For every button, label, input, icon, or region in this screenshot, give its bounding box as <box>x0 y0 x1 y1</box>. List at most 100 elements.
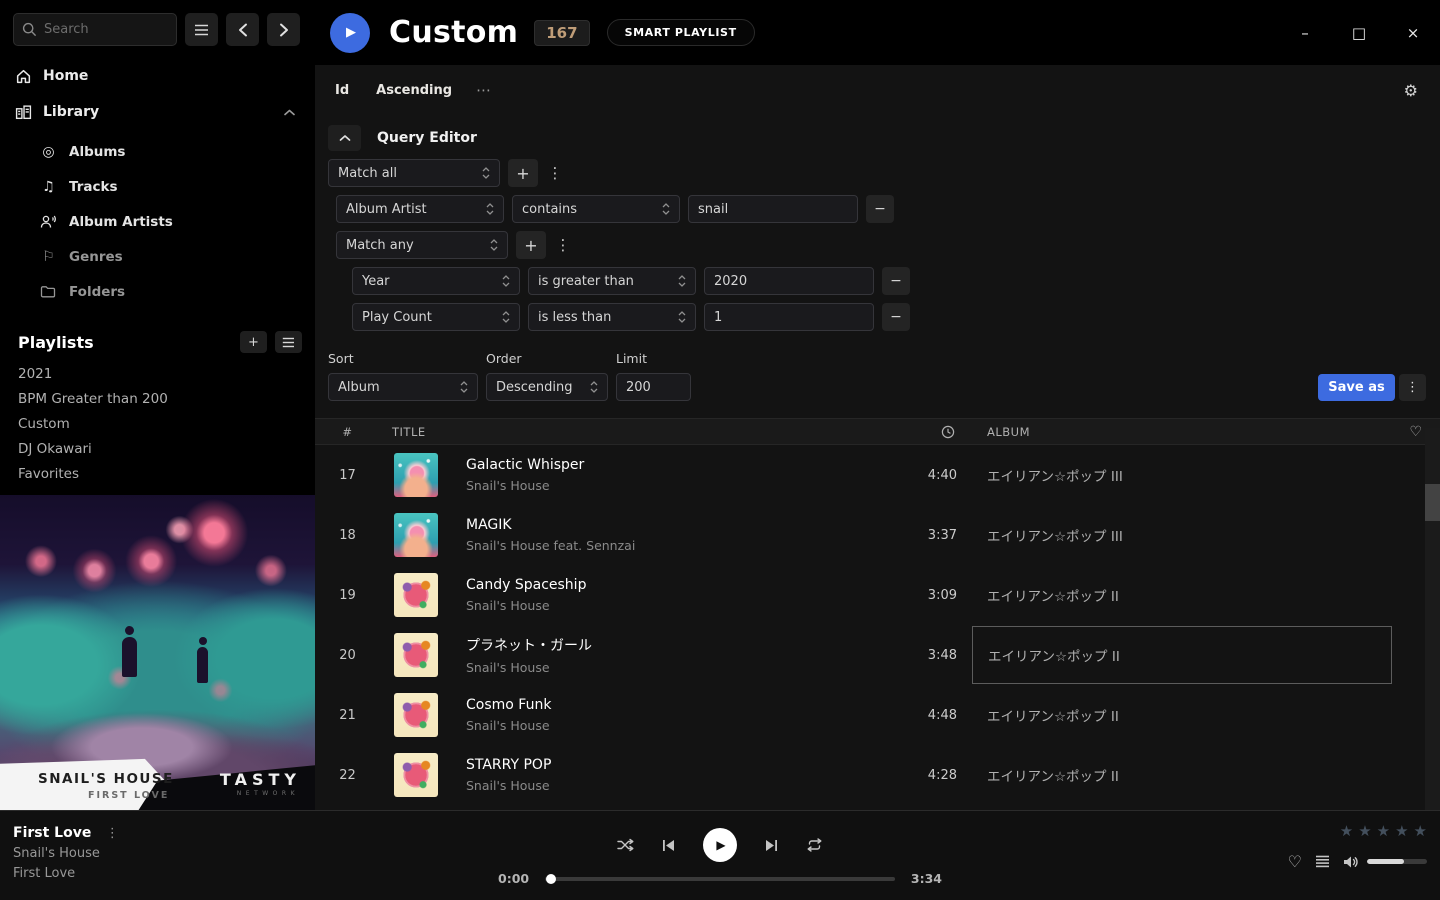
sidebar-item-folders[interactable]: Folders <box>0 274 315 309</box>
window-maximize-button[interactable]: □ <box>1344 18 1374 48</box>
rule-value-input[interactable] <box>704 303 874 331</box>
table-row[interactable]: 17 Galactic WhisperSnail's House 4:40 エイ… <box>315 445 1440 505</box>
song-menu-button[interactable]: ⋮ <box>103 826 121 841</box>
column-number[interactable]: # <box>342 425 352 439</box>
next-button[interactable] <box>765 839 778 852</box>
repeat-button[interactable] <box>806 838 823 852</box>
sidebar-item-home[interactable]: Home <box>0 62 315 90</box>
star-icon[interactable]: ★ <box>1377 822 1390 840</box>
artwork-figure <box>197 647 208 683</box>
sidebar-item-genres[interactable]: ⚐ Genres <box>0 239 315 274</box>
volume-slider[interactable] <box>1367 859 1427 864</box>
star-icon[interactable]: ★ <box>1340 822 1353 840</box>
operator-select[interactable]: is less than <box>528 303 696 331</box>
save-as-button[interactable]: Save as <box>1318 374 1395 401</box>
star-icon[interactable]: ★ <box>1414 822 1427 840</box>
heart-icon[interactable]: ♡ <box>1409 424 1422 440</box>
star-rating[interactable]: ★ ★ ★ ★ ★ <box>1340 822 1427 840</box>
window-controls: – □ × <box>1290 0 1428 65</box>
field-select[interactable]: Album Artist <box>336 195 504 223</box>
menu-button[interactable] <box>185 13 218 46</box>
sort-direction-button[interactable]: Ascending <box>376 83 452 98</box>
table-row[interactable]: 22 STARRY POPSnail's House 4:28 エイリアン☆ポッ… <box>315 745 1440 805</box>
match-select[interactable]: Match any <box>336 231 508 259</box>
table-row[interactable]: 19 Candy SpaceshipSnail's House 3:09 エイリ… <box>315 565 1440 625</box>
field-select[interactable]: Play Count <box>352 303 520 331</box>
save-as-menu-button[interactable]: ⋮ <box>1399 374 1426 401</box>
remove-rule-button[interactable]: − <box>866 195 894 223</box>
group-menu-button[interactable]: ⋮ <box>554 236 572 254</box>
shuffle-button[interactable] <box>617 838 634 852</box>
window-close-button[interactable]: × <box>1398 18 1428 48</box>
playlist-item[interactable]: Favorites <box>0 461 315 486</box>
chevron-up-icon <box>339 134 351 142</box>
add-rule-button[interactable]: + <box>516 231 546 259</box>
player-controls: ▶ 0:00 3:34 <box>480 811 960 900</box>
playlist-item[interactable]: 2021 <box>0 361 315 386</box>
star-icon[interactable]: ★ <box>1395 822 1408 840</box>
scrollbar[interactable] <box>1425 428 1440 810</box>
player-song-title[interactable]: First Love <box>13 825 91 841</box>
favorite-button[interactable]: ♡ <box>1288 852 1302 871</box>
column-album[interactable]: ALBUM <box>972 425 1392 439</box>
sidebar-item-library[interactable]: Library <box>0 98 315 126</box>
playlist-item[interactable]: Custom <box>0 411 315 436</box>
rule-value-input[interactable] <box>688 195 858 223</box>
remove-rule-button[interactable]: − <box>882 303 910 331</box>
playlist-view-button[interactable] <box>275 331 302 353</box>
play-pause-button[interactable]: ▶ <box>703 828 737 862</box>
track-album-focused-cell[interactable]: エイリアン☆ポップ II <box>972 626 1392 684</box>
limit-input[interactable] <box>616 373 691 401</box>
field-select[interactable]: Year <box>352 267 520 295</box>
volume-icon[interactable] <box>1343 855 1359 869</box>
operator-select[interactable]: contains <box>512 195 680 223</box>
chevron-right-icon <box>279 23 289 37</box>
track-duration: 3:09 <box>928 588 957 603</box>
sort-select[interactable]: Album <box>328 373 478 401</box>
match-select[interactable]: Match all <box>328 159 500 187</box>
queue-button[interactable] <box>1315 855 1330 868</box>
row-number: 17 <box>339 468 356 483</box>
add-playlist-button[interactable]: + <box>240 331 267 353</box>
add-rule-button[interactable]: + <box>508 159 538 187</box>
column-title[interactable]: TITLE <box>380 425 892 439</box>
library-sub-list: ◎ Albums ♫ Tracks Album Artists ⚐ Genres <box>0 134 315 309</box>
seek-bar[interactable] <box>545 877 895 881</box>
table-row[interactable]: 20 プラネット・ガールSnail's House 3:48 エイリアン☆ポップ… <box>315 625 1440 685</box>
play-playlist-button[interactable]: ▶ <box>330 13 370 53</box>
forward-button[interactable] <box>267 13 300 46</box>
kebab-icon: ⋮ <box>1406 380 1419 395</box>
sidebar-item-albums[interactable]: ◎ Albums <box>0 134 315 169</box>
star-icon[interactable]: ★ <box>1358 822 1371 840</box>
settings-gear-button[interactable]: ⚙ <box>1404 81 1418 100</box>
sort-field-button[interactable]: Id <box>335 83 349 98</box>
operator-select[interactable]: is greater than <box>528 267 696 295</box>
player-song-artist[interactable]: Snail's House <box>13 846 480 861</box>
search-input[interactable] <box>44 22 154 37</box>
scrollbar-thumb[interactable] <box>1425 484 1440 521</box>
order-select[interactable]: Descending <box>486 373 608 401</box>
playlist-item[interactable]: BPM Greater than 200 <box>0 386 315 411</box>
group-menu-button[interactable]: ⋮ <box>546 164 564 182</box>
collapse-query-editor-button[interactable] <box>328 125 361 151</box>
sidebar-item-tracks[interactable]: ♫ Tracks <box>0 169 315 204</box>
table-row[interactable]: 21 Cosmo FunkSnail's House 4:48 エイリアン☆ポッ… <box>315 685 1440 745</box>
track-duration: 4:40 <box>928 468 957 483</box>
remove-rule-button[interactable]: − <box>882 267 910 295</box>
rule-value-input[interactable] <box>704 267 874 295</box>
sidebar-item-album-artists[interactable]: Album Artists <box>0 204 315 239</box>
back-button[interactable] <box>226 13 259 46</box>
window-minimize-button[interactable]: – <box>1290 18 1320 48</box>
more-options-button[interactable]: ⋯ <box>476 81 492 99</box>
playlist-item[interactable]: DJ Okawari <box>0 436 315 461</box>
sidebar-item-label: Genres <box>69 249 123 265</box>
match-select-value: Match all <box>338 166 482 181</box>
table-row[interactable]: 18 MAGIKSnail's House feat. Sennzai 3:37… <box>315 505 1440 565</box>
order-select-value: Descending <box>496 380 590 395</box>
clock-icon[interactable] <box>941 425 957 439</box>
seek-handle[interactable] <box>546 874 556 884</box>
player-song-album[interactable]: First Love <box>13 866 480 881</box>
previous-button[interactable] <box>662 839 675 852</box>
main-content: ▶ Custom 167 SMART PLAYLIST – □ × Id Asc… <box>315 0 1440 810</box>
search-box[interactable] <box>13 13 177 46</box>
